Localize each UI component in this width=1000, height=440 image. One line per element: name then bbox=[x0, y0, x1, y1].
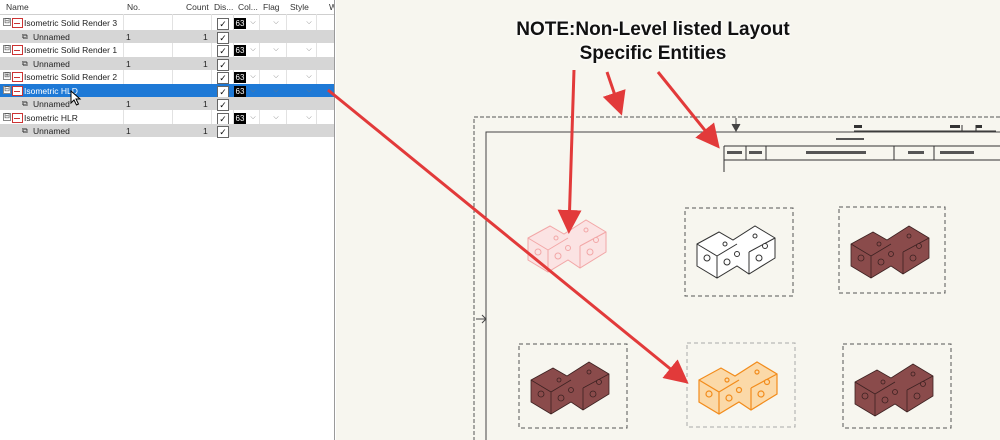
note-line-1: NOTE:Non-Level listed Layout bbox=[516, 19, 790, 40]
arrow-to-title-block bbox=[656, 71, 720, 149]
arrow-to-sheet-border bbox=[602, 71, 626, 116]
note-annotation: NOTE:Non-Level listed Layout Specific En… bbox=[508, 18, 798, 66]
annotation-arrows bbox=[327, 69, 720, 384]
note-line-2: Specific Entities bbox=[579, 43, 727, 64]
arrow-to-faded-model bbox=[557, 69, 582, 234]
arrow-to-hld-model bbox=[327, 88, 689, 384]
